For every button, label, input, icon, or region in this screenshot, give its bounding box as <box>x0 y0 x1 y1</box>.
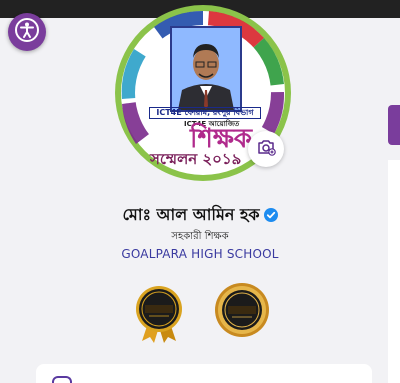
change-photo-button[interactable] <box>248 131 284 167</box>
accessibility-icon <box>14 17 40 47</box>
card-heading-icon <box>52 376 72 383</box>
banner-conference-text: সম্মেলন ২০১৯ <box>150 150 242 168</box>
verified-check-icon <box>263 206 278 228</box>
side-tab[interactable] <box>388 105 400 145</box>
award-badge-2[interactable] <box>215 283 269 341</box>
profile-photo <box>170 26 242 112</box>
banner-forum-text: ICT4E ফোরাম, রংপুর বিভাগ <box>149 107 261 119</box>
profile-school[interactable]: GOALPARA HIGH SCHOOL <box>0 246 400 262</box>
accessibility-button[interactable] <box>8 13 46 51</box>
award-badge-1[interactable] <box>134 285 184 343</box>
profile-designation: সহকারী শিক্ষক <box>171 231 229 242</box>
side-panel <box>388 160 400 383</box>
profile-name: মোঃ আল আমিন হক <box>122 205 260 224</box>
camera-icon <box>256 137 276 161</box>
content-card <box>36 364 372 383</box>
profile-name-row: মোঃ আল আমিন হক <box>0 204 400 228</box>
